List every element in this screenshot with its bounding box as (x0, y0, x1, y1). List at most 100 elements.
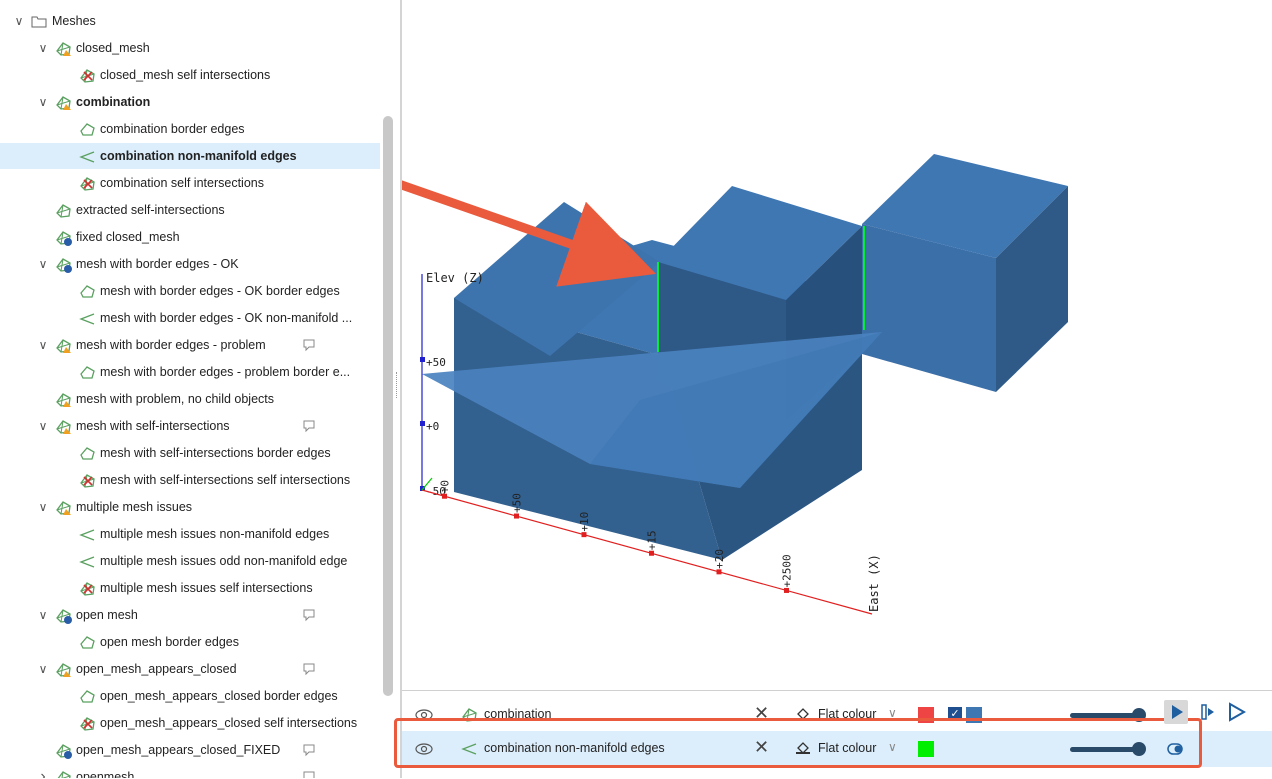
tree-item-label: closed_mesh (76, 41, 150, 55)
tree-item-label: combination border edges (100, 122, 245, 136)
tree-item[interactable]: extracted self-intersections (0, 197, 380, 223)
border-edges-icon (78, 444, 96, 462)
tree-item[interactable]: ∨ combination (0, 89, 380, 115)
tree-item[interactable]: ∨ mesh with border edges - problem (0, 332, 380, 358)
x-tick-mark (784, 587, 789, 593)
tree-item[interactable]: mesh with border edges - OK non-manifold… (0, 305, 380, 331)
chevron-down-icon[interactable]: ∨ (36, 494, 50, 520)
z-tick-50 (420, 357, 425, 362)
mesh-warn-icon (54, 390, 72, 408)
folder-icon (30, 12, 48, 30)
chevron-right-icon[interactable]: › (36, 764, 50, 778)
border-edges-icon (78, 120, 96, 138)
tree-item[interactable]: ∨ closed_mesh (0, 35, 380, 61)
chevron-down-icon[interactable]: ∨ (36, 413, 50, 439)
tree-item[interactable]: combination self intersections (0, 170, 380, 196)
chevron-down-icon[interactable]: ∨ (36, 35, 50, 61)
self-intersect-icon (78, 714, 96, 732)
tree-item-label: fixed closed_mesh (76, 230, 180, 244)
tree-item-label: combination non-manifold edges (100, 149, 297, 163)
tree-item[interactable]: combination non-manifold edges (0, 143, 380, 169)
tree-item[interactable]: multiple mesh issues self intersections (0, 575, 380, 601)
scene-canvas: Elev (Z) +50 +0 -50 +0+50+10+15+20 +2500 … (402, 154, 1068, 615)
tree-item-label: combination self intersections (100, 176, 264, 190)
border-edges-icon (78, 363, 96, 381)
tree-item[interactable]: › openmesh (0, 764, 380, 778)
self-intersect-icon (78, 579, 96, 597)
tree-item[interactable]: multiple mesh issues odd non-manifold ed… (0, 548, 380, 574)
tree-item-label: mesh with border edges - problem border … (100, 365, 351, 379)
tree-item[interactable]: mesh with problem, no child objects (0, 386, 380, 412)
comment-icon[interactable] (302, 413, 316, 442)
tree-item-label: mesh with border edges - OK border edges (100, 284, 340, 298)
tree-item[interactable]: mesh with border edges - problem border … (0, 359, 380, 385)
comment-icon[interactable] (302, 764, 316, 778)
tree-item[interactable]: multiple mesh issues non-manifold edges (0, 521, 380, 547)
x-tick-label: +2500 (781, 554, 794, 587)
tree-item[interactable]: mesh with self-intersections self inters… (0, 467, 380, 493)
tree-item[interactable]: open mesh border edges (0, 629, 380, 655)
tree-item-label: closed_mesh self intersections (100, 68, 271, 82)
tree-item[interactable]: open_mesh_appears_closed_FIXED (0, 737, 380, 763)
play-icon[interactable] (1164, 700, 1188, 724)
play-outline-icon[interactable] (1224, 700, 1248, 724)
tree-item-label: mesh with self-intersections border edge… (100, 446, 331, 460)
step-icon[interactable] (1196, 700, 1220, 724)
mesh-info-icon (54, 228, 72, 246)
tree-item-label: multiple mesh issues self intersections (100, 581, 313, 595)
mesh-warn-icon (54, 660, 72, 678)
tree-item[interactable]: open_mesh_appears_closed border edges (0, 683, 380, 709)
tree-item[interactable]: ∨ multiple mesh issues (0, 494, 380, 520)
comment-icon[interactable] (302, 656, 316, 685)
tree-item-label: open_mesh_appears_closed self intersecti… (100, 716, 358, 730)
tree-item[interactable]: ∨ open_mesh_appears_closed (0, 656, 380, 682)
chevron-down-icon[interactable]: ∨ (12, 8, 26, 34)
mesh-info-icon (54, 606, 72, 624)
x-tick-label: +0 (439, 480, 452, 493)
border-edges-icon (78, 687, 96, 705)
tree-item[interactable]: ∨ mesh with self-intersections (0, 413, 380, 439)
comment-icon[interactable] (302, 332, 316, 361)
tree-item-label: open_mesh_appears_closed (76, 662, 237, 676)
tree-item-label: mesh with problem, no child objects (76, 392, 275, 406)
tree-item[interactable]: open_mesh_appears_closed self intersecti… (0, 710, 380, 736)
tree-scrollbar[interactable] (383, 116, 393, 696)
x-tick-mark (514, 513, 519, 519)
border-edges-icon (78, 282, 96, 300)
border-edges-icon (78, 633, 96, 651)
tree-item[interactable]: ∨ open mesh (0, 602, 380, 628)
tree-item[interactable]: ∨ mesh with border edges - OK (0, 251, 380, 277)
x-tick-label: +10 (578, 512, 591, 532)
chevron-down-icon[interactable]: ∨ (36, 251, 50, 277)
3d-viewport[interactable]: Elev (Z) +50 +0 -50 +0 +50 +10 +15 +20 +2500 … (402, 0, 1272, 690)
chevron-down-icon[interactable]: ∨ (36, 602, 50, 628)
tree-item[interactable]: ∨ Meshes (0, 8, 380, 34)
x-tick-mark (716, 569, 722, 575)
tree-item-label: Meshes (52, 14, 96, 28)
tree-item-label: mesh with self-intersections (76, 419, 230, 433)
tree-item-label: open mesh border edges (100, 635, 239, 649)
tree-item[interactable]: combination border edges (0, 116, 380, 142)
chevron-down-icon[interactable]: ∨ (36, 89, 50, 115)
nonmanifold-icon (78, 552, 96, 570)
x-tick-mark (649, 550, 654, 556)
mesh-info-icon (54, 768, 72, 778)
mesh-plain-icon (54, 201, 72, 219)
tree-item-label: multiple mesh issues odd non-manifold ed… (100, 554, 348, 568)
tree-item-label: mesh with border edges - OK non-manifold… (100, 311, 353, 325)
chevron-down-icon[interactable]: ∨ (36, 332, 50, 358)
x-tick-label: +15 (646, 530, 659, 550)
tree-item-label: mesh with self-intersections self inters… (100, 473, 351, 487)
x-tick-label: +50 (511, 493, 524, 513)
project-tree: ∨ Meshes ∨ closed_mesh closed_mesh self inte… (0, 0, 382, 778)
chevron-down-icon[interactable]: ∨ (36, 656, 50, 682)
self-intersect-icon (78, 471, 96, 489)
comment-icon[interactable] (302, 602, 316, 631)
tree-item[interactable]: mesh with border edges - OK border edges (0, 278, 380, 304)
tree-item[interactable]: fixed closed_mesh (0, 224, 380, 250)
z-tick-label-50: +50 (426, 356, 446, 369)
comment-icon[interactable] (302, 737, 316, 766)
tree-item[interactable]: closed_mesh self intersections (0, 62, 380, 88)
tree-item[interactable]: mesh with self-intersections border edge… (0, 440, 380, 466)
mesh-warn-icon (54, 39, 72, 57)
